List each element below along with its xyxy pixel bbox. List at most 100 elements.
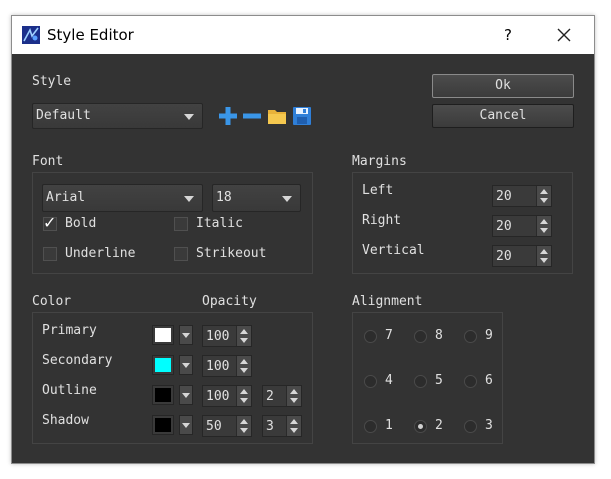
spin-buttons[interactable] (536, 246, 551, 266)
folder-icon[interactable] (267, 106, 287, 126)
title-bar: Style Editor ? (12, 16, 594, 54)
spin-buttons[interactable] (236, 416, 251, 436)
shadow-label: Shadow (42, 413, 89, 428)
alignment-radio-3[interactable] (464, 420, 477, 433)
margin-vertical-spinbox[interactable]: 20 (492, 245, 552, 267)
spin-buttons[interactable] (236, 326, 251, 346)
alignment-option-label: 2 (435, 418, 443, 433)
opacity-label: Opacity (202, 294, 257, 309)
underline-checkbox[interactable] (43, 247, 57, 261)
spin-buttons[interactable] (236, 356, 251, 376)
primary-color-swatch[interactable] (152, 325, 174, 345)
outline-width-spinbox[interactable]: 2 (262, 385, 302, 407)
secondary-color-swatch[interactable] (152, 355, 174, 375)
shadow-width-spinbox[interactable]: 3 (262, 415, 302, 437)
alignment-option-label: 7 (385, 328, 393, 343)
chevron-up-icon (240, 389, 248, 394)
bold-label: Bold (65, 216, 97, 231)
primary-color-fill (155, 328, 171, 342)
underline-label: Underline (65, 246, 136, 261)
cancel-button[interactable]: Cancel (432, 104, 574, 128)
chevron-down-icon (240, 428, 248, 433)
margin-right-label: Right (362, 213, 402, 228)
alignment-radio-5[interactable] (414, 375, 427, 388)
chevron-down-icon (282, 196, 292, 202)
secondary-color-dropdown[interactable] (179, 355, 193, 375)
shadow-color-dropdown[interactable] (179, 415, 193, 435)
italic-checkbox[interactable] (174, 217, 188, 231)
alignment-option-label: 3 (485, 418, 493, 433)
secondary-opacity-spinbox[interactable]: 100 (202, 355, 252, 377)
font-family-select[interactable]: Arial (42, 184, 203, 212)
chevron-up-icon (290, 419, 298, 424)
alignment-radio-1[interactable] (364, 420, 377, 433)
secondary-opacity-value: 100 (206, 359, 230, 374)
chevron-up-icon (540, 219, 548, 224)
color-label: Color (32, 294, 72, 309)
outline-color-dropdown[interactable] (179, 385, 193, 405)
spin-buttons[interactable] (536, 216, 551, 236)
add-icon[interactable] (218, 106, 238, 126)
ok-button[interactable]: Ok (432, 74, 574, 98)
chevron-down-icon (540, 258, 548, 263)
font-size-value: 18 (216, 190, 232, 205)
alignment-radio-2[interactable] (414, 420, 427, 433)
primary-color-dropdown[interactable] (179, 325, 193, 345)
margin-right-value: 20 (496, 219, 512, 234)
style-select[interactable]: Default (32, 103, 203, 129)
chevron-down-icon (182, 333, 190, 338)
margin-left-label: Left (362, 183, 394, 198)
chevron-down-icon (290, 428, 298, 433)
alignment-radio-4[interactable] (364, 375, 377, 388)
alignment-option-label: 9 (485, 328, 493, 343)
save-icon[interactable] (292, 106, 312, 126)
dialog-content: Style Default Ok Cancel Font Arial 18 ✓ … (12, 54, 594, 463)
chevron-down-icon (184, 196, 194, 202)
shadow-color-swatch[interactable] (152, 415, 174, 435)
chevron-down-icon (540, 228, 548, 233)
spin-buttons[interactable] (286, 416, 301, 436)
alignment-radio-8[interactable] (414, 330, 427, 343)
alignment-radio-6[interactable] (464, 375, 477, 388)
outline-opacity-value: 100 (206, 389, 230, 404)
spin-buttons[interactable] (286, 386, 301, 406)
chevron-down-icon (290, 398, 298, 403)
shadow-opacity-spinbox[interactable]: 50 (202, 415, 252, 437)
margin-left-value: 20 (496, 189, 512, 204)
chevron-up-icon (290, 389, 298, 394)
chevron-up-icon (540, 189, 548, 194)
outline-opacity-spinbox[interactable]: 100 (202, 385, 252, 407)
chevron-down-icon (240, 368, 248, 373)
close-icon[interactable] (548, 23, 580, 47)
alignment-option-label: 8 (435, 328, 443, 343)
shadow-width-value: 3 (266, 419, 274, 434)
font-size-select[interactable]: 18 (212, 184, 301, 212)
margin-left-spinbox[interactable]: 20 (492, 185, 552, 207)
strikeout-checkbox[interactable] (174, 247, 188, 261)
outline-color-fill (155, 388, 171, 402)
secondary-label: Secondary (42, 353, 113, 368)
spin-buttons[interactable] (536, 186, 551, 206)
primary-opacity-spinbox[interactable]: 100 (202, 325, 252, 347)
style-select-value: Default (36, 108, 91, 123)
checkmark-icon: ✓ (43, 213, 57, 232)
help-button[interactable]: ? (492, 23, 524, 47)
margin-right-spinbox[interactable]: 20 (492, 215, 552, 237)
spin-buttons[interactable] (236, 386, 251, 406)
chevron-up-icon (240, 359, 248, 364)
alignment-option-label: 1 (385, 418, 393, 433)
font-label: Font (32, 154, 64, 169)
alignment-radio-7[interactable] (364, 330, 377, 343)
alignment-option-label: 6 (485, 373, 493, 388)
remove-icon[interactable] (242, 106, 262, 126)
chevron-down-icon (182, 393, 190, 398)
chevron-down-icon (182, 423, 190, 428)
chevron-down-icon (182, 363, 190, 368)
alignment-label: Alignment (352, 294, 423, 309)
style-label: Style (32, 74, 72, 89)
outline-color-swatch[interactable] (152, 385, 174, 405)
alignment-radio-9[interactable] (464, 330, 477, 343)
bold-checkbox[interactable]: ✓ (43, 213, 57, 232)
italic-label: Italic (196, 216, 243, 231)
chevron-down-icon (240, 398, 248, 403)
